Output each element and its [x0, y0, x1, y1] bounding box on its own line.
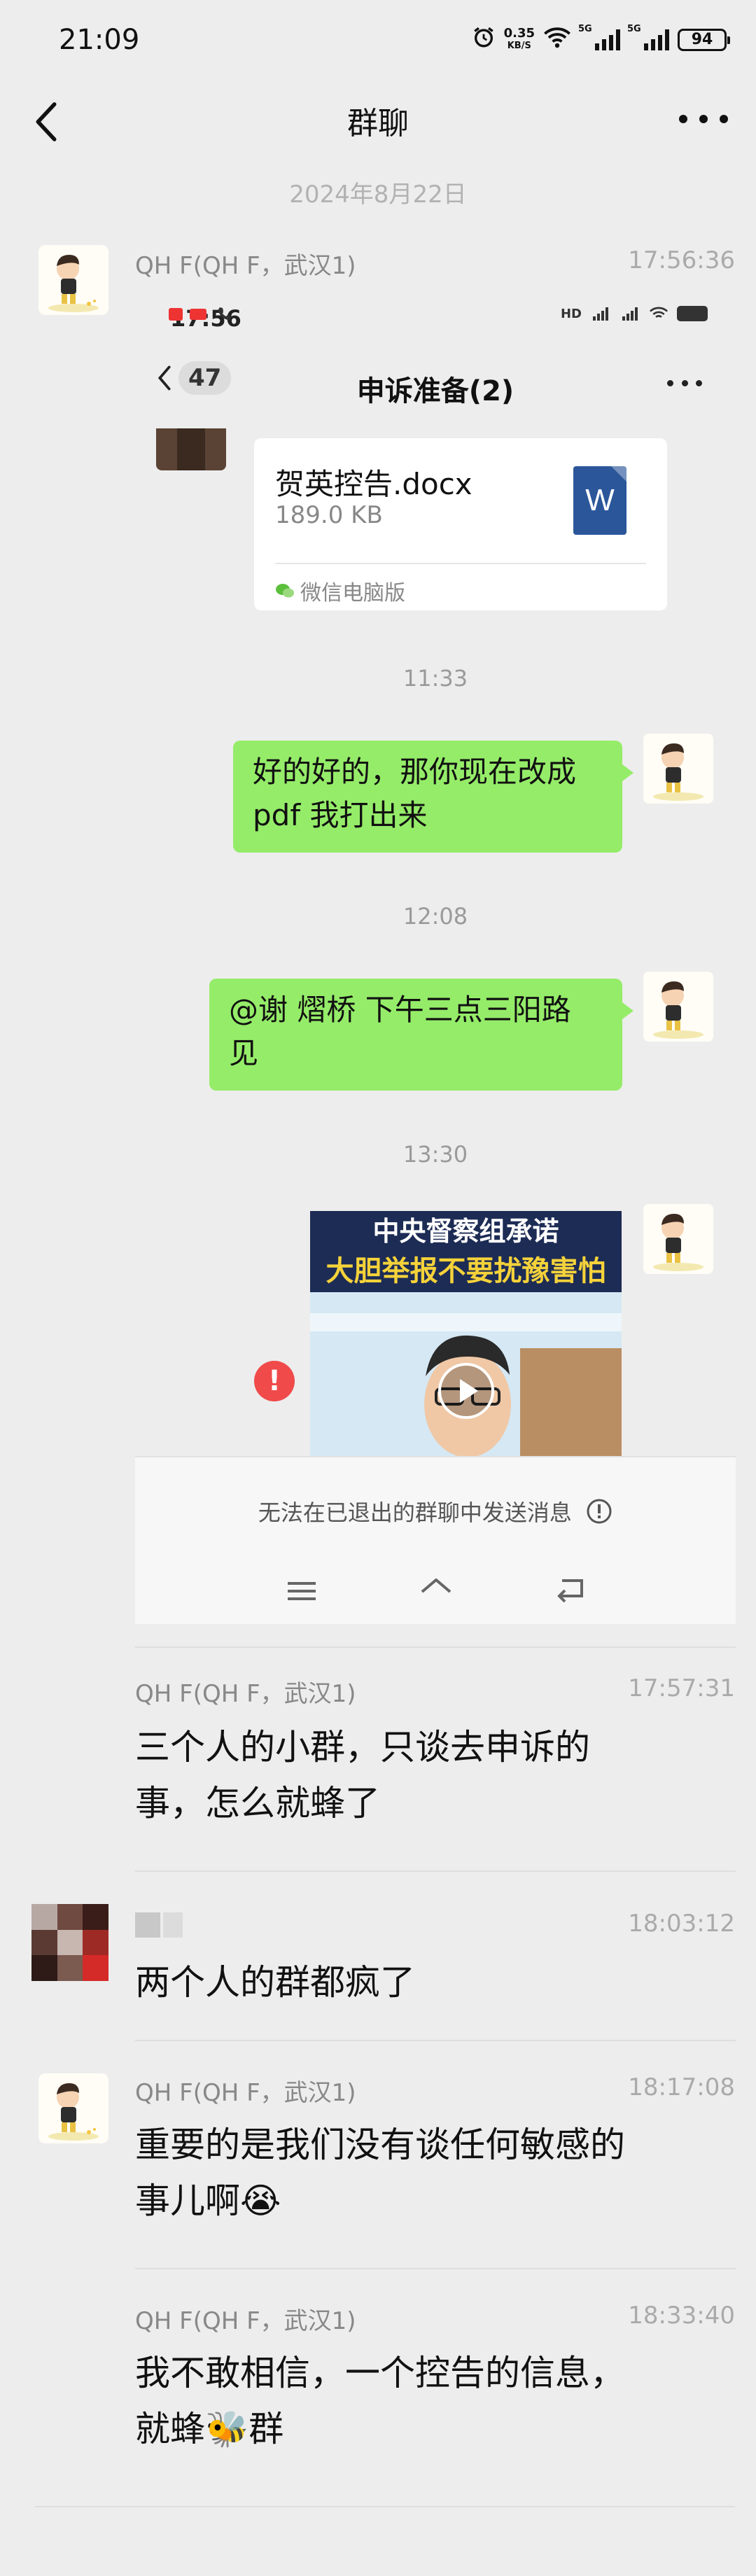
net-speed-unit: KB/S — [507, 41, 531, 51]
sender-name — [135, 1912, 160, 1938]
signal-icon-1: 5G — [578, 24, 620, 50]
file-source-label: 微信电脑版 — [300, 581, 405, 606]
app-notify-icon — [189, 309, 206, 320]
send-failed-icon: ! — [254, 1361, 295, 1401]
timestamp: 13:30 — [402, 1141, 468, 1168]
chat-bubble: @谢 熠桥 下午三点三阳路 见 — [209, 979, 634, 1091]
cartoon-avatar-icon — [643, 972, 713, 1042]
avatar[interactable] — [38, 245, 108, 315]
message-text-line: 重要的是我们没有谈任何敏感的 — [135, 2124, 625, 2165]
message-text-line: 事，怎么就蜂了 — [135, 1783, 380, 1823]
battery-icon — [677, 306, 708, 321]
wifi-icon — [649, 307, 668, 318]
message-time: 17:56:36 — [628, 246, 735, 274]
message-time: 17:57:31 — [628, 1674, 735, 1702]
signal-icon — [593, 307, 608, 321]
app-notify-icon — [168, 308, 183, 321]
signal-icon-2: 5G — [627, 24, 669, 50]
screenshot-chat-title: 申诉准备(2) — [356, 375, 514, 407]
info-icon — [587, 1499, 612, 1524]
message-text: 我不敢相信，一个控告的信息， 就蜂🐝群 — [135, 2345, 737, 2457]
message-time: 18:03:12 — [628, 1910, 735, 1938]
chat-bubble: 好的好的，那你现在改成 pdf 我打出来 — [233, 741, 634, 853]
home-icon — [421, 1578, 451, 1593]
screenshot-system-nav — [135, 1558, 736, 1624]
sender-name: QH F(QH F，武汉1) — [135, 252, 356, 280]
bubble-text-line: 见 — [229, 1036, 259, 1070]
sender-name: QH F(QH F，武汉1) — [135, 2079, 356, 2107]
file-source: 微信电脑版 — [275, 575, 405, 606]
more-options-button[interactable] — [679, 105, 728, 133]
avatar[interactable] — [31, 1904, 108, 1981]
bubble-text-line: @谢 熠桥 下午三点三阳路 — [229, 993, 571, 1027]
avatar — [643, 1204, 713, 1274]
divider — [35, 2506, 735, 2507]
message-text-line: 三个人的小群，只谈去申诉的 — [135, 1727, 590, 1768]
avatar — [156, 428, 226, 470]
shared-screenshot-image[interactable]: 17:56 HD 47 申诉准备(2) 贺英控告.docx 189.0 KB W… — [135, 293, 736, 1624]
net-speed-value: 0.35 — [503, 26, 535, 41]
bubble-text-line: 好的好的，那你现在改成 — [253, 755, 577, 789]
bubble-text-line: pdf 我打出来 — [253, 798, 428, 832]
message-time: 18:17:08 — [628, 2073, 735, 2101]
return-icon — [557, 1579, 583, 1603]
battery-icon: 94 — [678, 29, 730, 51]
video-caption-line: 大胆举报不要扰豫害怕 — [310, 1252, 622, 1292]
signal-label-2: 5G — [627, 24, 641, 34]
missed-call-icon — [216, 305, 233, 325]
message-text: 两个人的群都疯了 — [135, 1954, 737, 2010]
wechat-icon — [276, 584, 294, 598]
status-time: 21:09 — [59, 24, 140, 56]
notice-text: 无法在已退出的群聊中发送消息 — [258, 1499, 572, 1526]
status-icons: 0.35 KB/S 5G 5G 94 — [472, 22, 730, 57]
cartoon-avatar-icon — [643, 734, 713, 804]
sender-name: QH F(QH F，武汉1) — [135, 2307, 356, 2335]
divider — [275, 563, 646, 564]
wifi-icon — [543, 26, 571, 54]
video-caption-line: 中央督察组承诺 — [310, 1211, 622, 1252]
signal-icon — [622, 307, 638, 321]
video-message-thumbnail: 中央督察组承诺 大胆举报不要扰豫害怕 — [310, 1211, 622, 1456]
avatar — [643, 734, 713, 804]
message-text-line: 我不敢相信，一个控告的信息， — [135, 2353, 625, 2393]
cartoon-avatar-icon — [643, 1204, 713, 1274]
timestamp: 11:33 — [402, 665, 468, 692]
divider — [135, 1646, 736, 1648]
divider — [135, 2040, 736, 2041]
alarm-icon — [472, 25, 496, 55]
sender-name-redacted — [135, 1912, 184, 1938]
hd-icon: HD — [560, 306, 582, 321]
screenshot-status-icons: HD — [168, 305, 708, 322]
message-time: 18:33:40 — [628, 2302, 735, 2330]
exited-group-notice: 无法在已退出的群聊中发送消息 — [135, 1495, 736, 1527]
menu-icon — [288, 1582, 316, 1600]
signal-label-1: 5G — [578, 24, 592, 34]
page-title: 群聊 — [347, 106, 409, 141]
date-divider: 2024年8月22日 — [289, 181, 467, 209]
message-text: 三个人的小群，只谈去申诉的 事，怎么就蜂了 — [135, 1719, 737, 1831]
divider — [135, 2268, 736, 2269]
file-name: 贺英控告.docx — [275, 467, 472, 501]
screenshot-more-icon — [667, 380, 702, 388]
divider — [135, 1870, 736, 1872]
file-message-card: 贺英控告.docx 189.0 KB W 微信电脑版 — [254, 438, 667, 610]
sender-name: QH F(QH F，武汉1) — [135, 1680, 356, 1708]
message-text-line: 两个人的群都疯了 — [135, 1962, 415, 2003]
avatar[interactable] — [38, 2073, 108, 2143]
play-icon — [438, 1363, 494, 1419]
message-text-line: 就蜂🐝群 — [135, 2409, 284, 2449]
avatar — [643, 972, 713, 1042]
word-document-icon: W — [573, 466, 626, 535]
timestamp: 12:08 — [402, 903, 468, 930]
cartoon-avatar-icon — [38, 2073, 108, 2143]
net-speed: 0.35 KB/S — [504, 27, 535, 52]
message-text-line: 事儿啊😭 — [135, 2180, 281, 2221]
message-text: 重要的是我们没有谈任何敏感的 事儿啊😭 — [135, 2117, 737, 2229]
cartoon-avatar-icon — [38, 245, 108, 315]
file-size: 189.0 KB — [275, 501, 383, 529]
